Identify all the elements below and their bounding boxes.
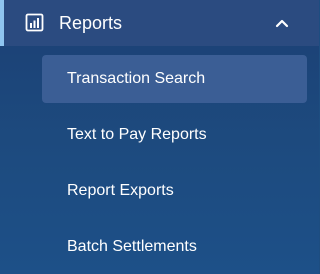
menu-item-label: Transaction Search — [67, 70, 206, 87]
active-section-indicator — [0, 0, 4, 46]
section-title: Reports — [59, 13, 123, 33]
sidebar-menu: Reports Transaction Search Text to Pay R… — [0, 0, 319, 274]
bar-chart-icon — [25, 13, 44, 32]
menu-item-transaction-search[interactable]: Transaction Search — [42, 55, 307, 103]
reports-section-header[interactable]: Reports — [0, 0, 319, 46]
menu-item-report-exports[interactable]: Report Exports — [42, 167, 307, 215]
menu-item-batch-settlements[interactable]: Batch Settlements — [42, 223, 307, 271]
menu-item-label: Text to Pay Reports — [67, 126, 207, 143]
menu-item-label: Batch Settlements — [67, 238, 197, 255]
menu-item-label: Report Exports — [67, 182, 174, 199]
menu-item-text-to-pay-reports[interactable]: Text to Pay Reports — [42, 111, 307, 159]
chevron-up-icon[interactable] — [274, 15, 290, 31]
